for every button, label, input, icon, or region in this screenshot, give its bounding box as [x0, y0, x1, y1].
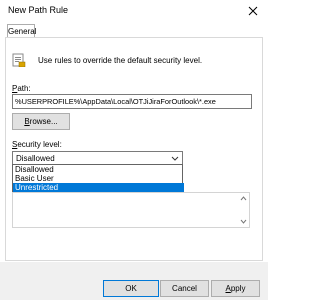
path-label-text: ath:	[17, 84, 31, 93]
path-label: Path:	[12, 84, 31, 93]
chevron-down-icon	[171, 156, 179, 161]
browse-label: rowse...	[29, 117, 58, 126]
rule-description: Use rules to override the default securi…	[38, 56, 203, 65]
rule-document-icon	[12, 53, 26, 67]
security-selected-value: Disallowed	[16, 154, 55, 163]
close-icon	[248, 6, 258, 16]
window-title: New Path Rule	[8, 5, 69, 15]
option-unrestricted[interactable]: Unrestricted	[13, 183, 184, 192]
scroll-down-icon[interactable]	[240, 218, 247, 225]
tab-general[interactable]: General	[7, 24, 36, 38]
path-input[interactable]: %USERPROFILE%\AppData\Local\OTJiJiraForO…	[12, 94, 252, 109]
title-bar: New Path Rule	[0, 0, 268, 22]
description-textarea[interactable]	[12, 192, 250, 228]
close-button[interactable]	[240, 2, 266, 20]
option-disallowed[interactable]: Disallowed	[13, 165, 184, 174]
security-level-label: Security level:	[12, 140, 62, 149]
security-label-text: ecurity level:	[17, 140, 62, 149]
ok-button[interactable]: OK	[103, 280, 159, 297]
apply-button[interactable]: Apply	[211, 280, 260, 297]
scroll-up-icon[interactable]	[240, 195, 247, 202]
option-basic-user[interactable]: Basic User	[13, 174, 184, 183]
apply-label: pply	[230, 284, 246, 293]
cancel-button[interactable]: Cancel	[160, 280, 209, 297]
security-level-dropdown-list: Disallowed Basic User Unrestricted	[12, 164, 184, 194]
browse-button[interactable]: Browse...	[12, 113, 70, 130]
